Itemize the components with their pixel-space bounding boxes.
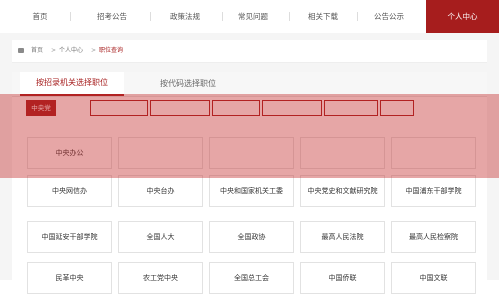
nav-separator xyxy=(150,12,151,21)
home-icon xyxy=(18,48,24,53)
institution-cell[interactable]: 全国总工会 xyxy=(209,262,294,294)
nav-item-notices[interactable]: 公告公示 xyxy=(362,0,416,33)
breadcrumb-separator: > xyxy=(51,47,57,54)
nav-item-announcements[interactable]: 招考公告 xyxy=(84,0,140,33)
nav-item-policy[interactable]: 政策法规 xyxy=(158,0,212,33)
institution-cell[interactable]: 中央网信办 xyxy=(27,175,112,207)
institution-cell[interactable]: 中央党史和文献研究院 xyxy=(300,175,385,207)
breadcrumb-item-home[interactable]: 首页 xyxy=(31,40,43,62)
institution-cell[interactable]: 中国文联 xyxy=(391,262,476,294)
institution-cell[interactable]: 最高人民法院 xyxy=(300,221,385,253)
institution-cell[interactable]: 中国浦东干部学院 xyxy=(391,175,476,207)
nav-item-faq[interactable]: 常见问题 xyxy=(226,0,280,33)
institution-cell[interactable]: 中国延安干部学院 xyxy=(27,221,112,253)
nav-item-home[interactable]: 首页 xyxy=(16,0,64,33)
nav-item-personal-center[interactable]: 个人中心 xyxy=(426,0,499,33)
nav-separator xyxy=(289,12,290,21)
nav-separator xyxy=(70,12,71,21)
tab-by-institution[interactable]: 按招录机关选择职位 xyxy=(20,72,124,96)
institution-cell[interactable]: 最高人民检察院 xyxy=(391,221,476,253)
institution-cell[interactable]: 全国人大 xyxy=(118,221,203,253)
breadcrumb-separator: > xyxy=(91,47,97,54)
nav-separator xyxy=(222,12,223,21)
breadcrumb-item-personal-center[interactable]: 个人中心 xyxy=(59,40,83,62)
institution-cell[interactable]: 中国侨联 xyxy=(300,262,385,294)
institution-cell[interactable]: 民革中央 xyxy=(27,262,112,294)
institution-cell[interactable]: 中央和国家机关工委 xyxy=(209,175,294,207)
institution-cell[interactable]: 农工党中央 xyxy=(118,262,203,294)
top-navigation: 首页 招考公告 政策法规 常见问题 相关下载 公告公示 个人中心 xyxy=(0,0,499,34)
nav-separator xyxy=(357,12,358,21)
nav-item-downloads[interactable]: 相关下载 xyxy=(296,0,350,33)
institution-cell[interactable]: 全国政协 xyxy=(209,221,294,253)
breadcrumb-item-current: 职位查询 xyxy=(99,47,124,54)
overlay-banner xyxy=(0,94,499,178)
breadcrumb: 首页 > 个人中心 > 职位查询 xyxy=(12,40,487,63)
institution-cell[interactable]: 中央台办 xyxy=(118,175,203,207)
tab-by-code[interactable]: 按代码选择职位 xyxy=(138,72,238,96)
